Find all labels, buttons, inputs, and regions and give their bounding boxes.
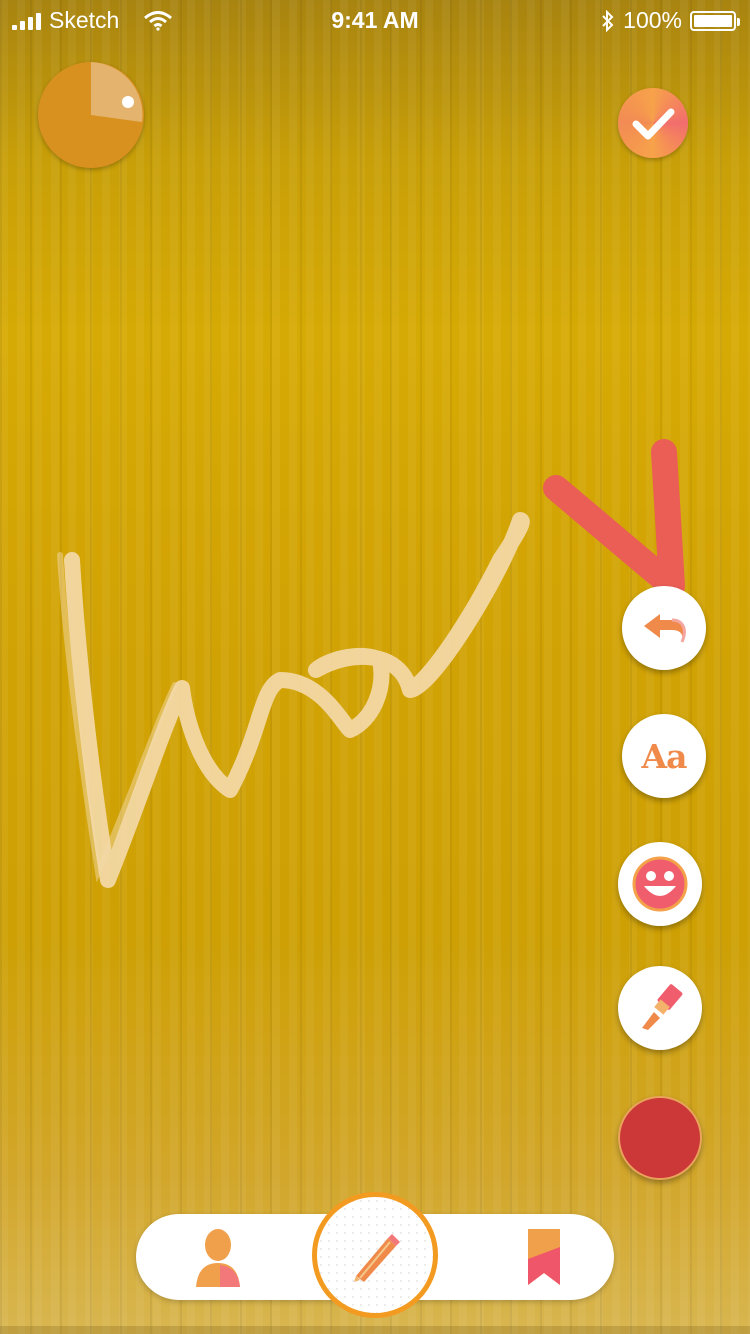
text-tool-button[interactable]: Aa	[622, 714, 706, 798]
red-annotation-arrow	[543, 439, 685, 599]
paintbrush-icon	[642, 984, 683, 1030]
brush-button[interactable]	[618, 966, 702, 1050]
profile-icon	[196, 1229, 240, 1287]
nav-profile-button[interactable]	[190, 1224, 246, 1290]
color-picker-button[interactable]	[618, 1096, 702, 1180]
text-tool-icon: Aa	[641, 736, 688, 776]
screen-bottom-edge	[0, 1326, 750, 1334]
nav-draw-button[interactable]	[312, 1192, 438, 1318]
bookmark-icon	[528, 1229, 560, 1285]
handwritten-love-stroke	[64, 512, 530, 888]
smiley-sticker-icon	[632, 856, 688, 912]
nav-bookmark-button[interactable]	[516, 1224, 572, 1290]
pencil-icon	[354, 1234, 400, 1282]
undo-button[interactable]	[622, 586, 706, 670]
sticker-button[interactable]	[618, 842, 702, 926]
undo-arrow-icon	[644, 614, 686, 643]
